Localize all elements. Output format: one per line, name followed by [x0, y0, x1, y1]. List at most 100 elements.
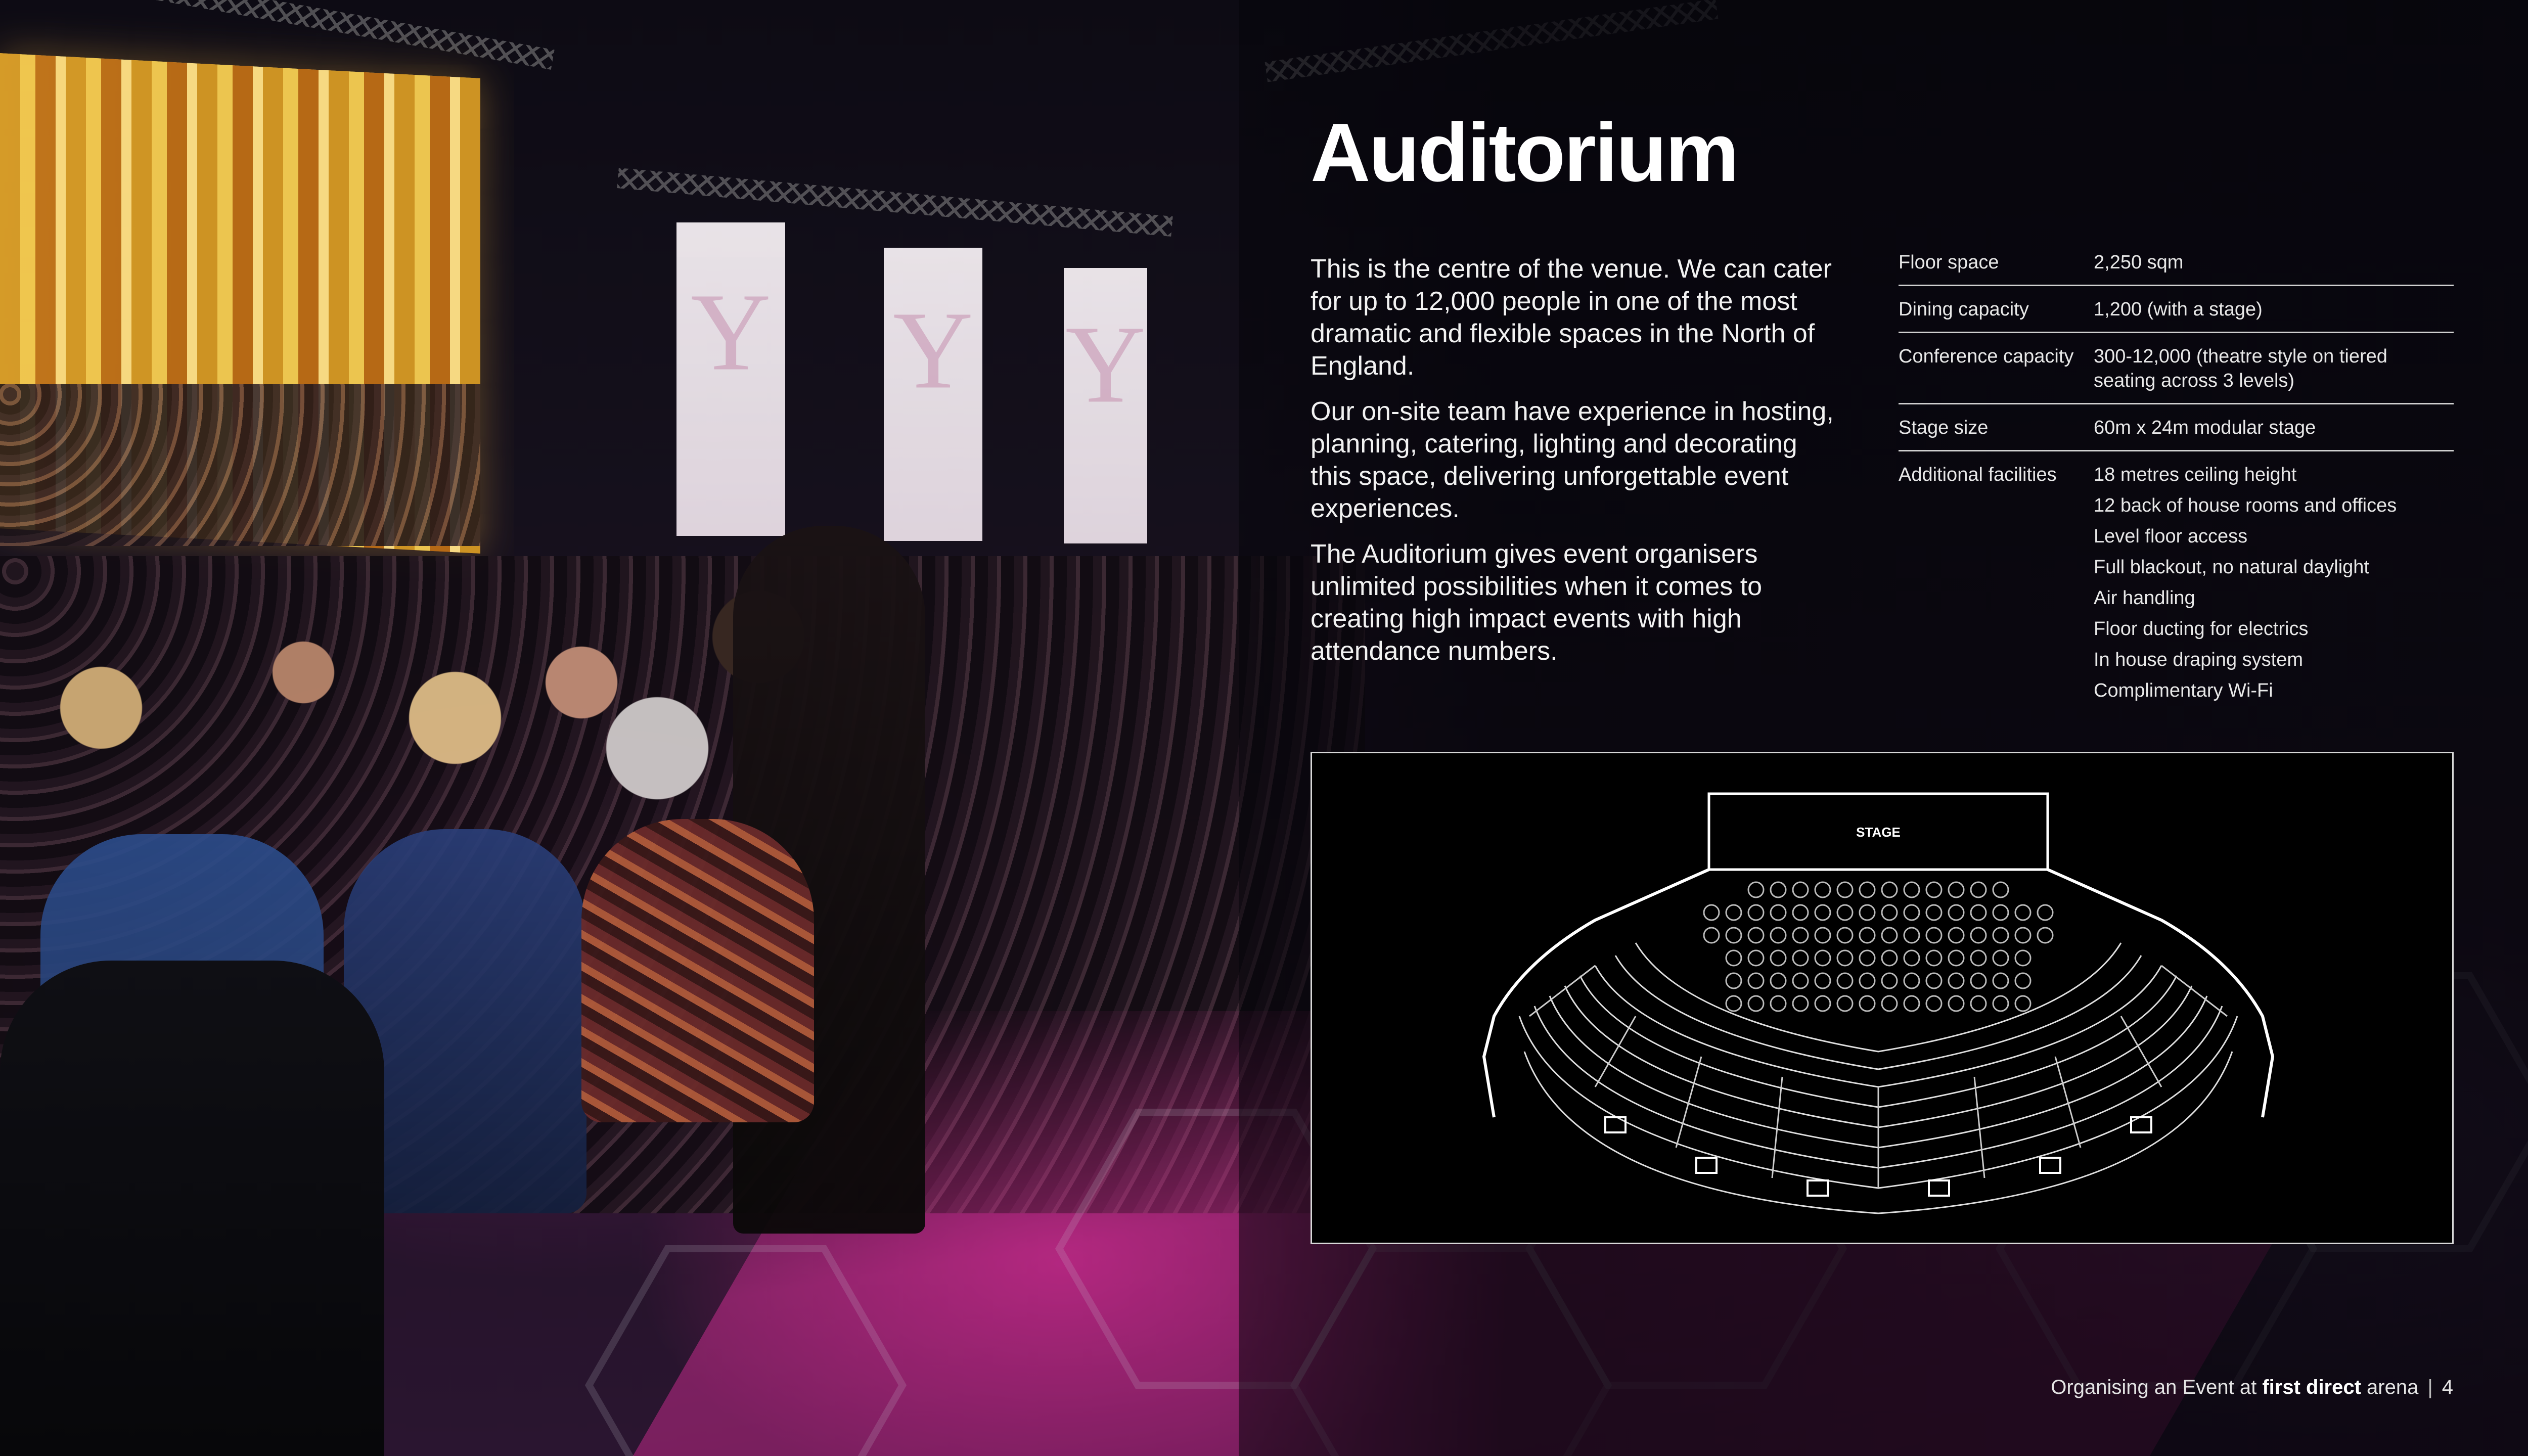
spec-row-additional-facilities: Additional facilities 18 metres ceiling … [1899, 463, 2454, 719]
dining-table [1859, 949, 1876, 967]
dining-table [1925, 949, 1943, 967]
dining-table [1814, 881, 1831, 898]
spec-row-dining-capacity: Dining capacity 1,200 (with a stage) [1899, 297, 2454, 333]
dining-table [1925, 904, 1943, 921]
dining-table [1903, 972, 1920, 989]
dining-table [2014, 949, 2032, 967]
dining-table [1725, 927, 1742, 944]
dining-table [1992, 949, 2009, 967]
dining-table [1903, 904, 1920, 921]
dining-table [1770, 972, 1787, 989]
dining-table [1881, 972, 1898, 989]
dining-table [1992, 927, 2009, 944]
dining-table [1770, 949, 1787, 967]
dining-table [1925, 927, 1943, 944]
dining-table [1903, 949, 1920, 967]
dining-table [1725, 904, 1742, 921]
dining-table [1814, 904, 1831, 921]
spec-value: 60m x 24m modular stage [2094, 417, 2316, 438]
footer-suffix: arena [2361, 1376, 2419, 1398]
spec-row-floor-space: Floor space 2,250 sqm [1899, 250, 2454, 286]
dining-table [1881, 949, 1898, 967]
dining-table [1792, 881, 1809, 898]
dining-table [1992, 972, 2009, 989]
intro-paragraph: This is the centre of the venue. We can … [1311, 254, 1832, 381]
dining-table [1970, 972, 1987, 989]
specifications-table: Floor space 2,250 sqm Dining capacity 1,… [1899, 250, 2454, 731]
dining-table [1747, 949, 1765, 967]
dining-table [1836, 904, 1854, 921]
dining-table [1859, 881, 1876, 898]
stage-label: STAGE [1856, 825, 1901, 840]
dining-table [1836, 972, 1854, 989]
spec-value: 1,200 (with a stage) [2094, 299, 2263, 320]
spec-label: Additional facilities [1899, 464, 2057, 485]
dining-table [1948, 949, 1965, 967]
dining-table [1770, 995, 1787, 1012]
dining-table [1925, 972, 1943, 989]
facility-item: In house draping system [2094, 649, 2304, 670]
facility-item: Level floor access [2094, 526, 2248, 547]
dining-table [1948, 972, 1965, 989]
dining-table [1792, 949, 1809, 967]
facility-item: Full blackout, no natural daylight [2094, 557, 2369, 578]
dining-table [1948, 995, 1965, 1012]
dining-table [2037, 927, 2054, 944]
spec-label: Conference capacity [1899, 346, 2074, 367]
dining-table [2014, 927, 2032, 944]
dining-table [1881, 881, 1898, 898]
spec-label: Dining capacity [1899, 299, 2029, 320]
dining-table [1814, 949, 1831, 967]
facility-item: Floor ducting for electrics [2094, 618, 2309, 640]
page-number: 4 [2442, 1376, 2453, 1398]
dining-table [1747, 995, 1765, 1012]
dining-table [1836, 949, 1854, 967]
dining-table [1992, 904, 2009, 921]
footer-prefix: Organising an Event at [2051, 1376, 2263, 1398]
dining-table [1770, 904, 1787, 921]
facility-item: Air handling [2094, 587, 2195, 609]
dining-table [1881, 927, 1898, 944]
spec-label: Floor space [1899, 252, 1999, 273]
dining-table [1859, 927, 1876, 944]
dining-table [1992, 995, 2009, 1012]
dining-table [2014, 995, 2032, 1012]
dining-table [1725, 949, 1742, 967]
dining-table [1859, 995, 1876, 1012]
dining-table [1725, 972, 1742, 989]
dining-table [1970, 927, 1987, 944]
dining-table [1770, 881, 1787, 898]
dining-table [1903, 995, 1920, 1012]
spec-row-conference-capacity: Conference capacity 300-12,000 (theatre … [1899, 344, 2454, 404]
dining-table [2014, 904, 2032, 921]
dining-table [1814, 995, 1831, 1012]
dining-table [2014, 972, 2032, 989]
dining-table [1970, 881, 1987, 898]
dining-table [1703, 904, 1720, 921]
dining-table [1925, 995, 1943, 1012]
intro-paragraph: Our on-site team have experience in host… [1311, 397, 1834, 523]
facility-item: 12 back of house rooms and offices [2094, 495, 2397, 516]
footer-brand: first direct [2262, 1376, 2361, 1398]
floor-plan-drawing: STAGE [1482, 792, 2275, 1214]
dining-table [1725, 995, 1742, 1012]
dining-table [1792, 995, 1809, 1012]
auditorium-floor-plan: STAGE [1311, 752, 2454, 1244]
dining-table [1792, 927, 1809, 944]
spec-value: 300-12,000 (theatre style on tiered seat… [2094, 346, 2387, 391]
dining-table [1881, 995, 1898, 1012]
dining-table [1948, 927, 1965, 944]
dining-table [2037, 904, 2054, 921]
dining-table [1792, 972, 1809, 989]
dining-table [1814, 927, 1831, 944]
dining-table [1814, 972, 1831, 989]
dining-table [1747, 927, 1765, 944]
dining-table [1836, 927, 1854, 944]
dining-table [1770, 927, 1787, 944]
dining-table [1970, 995, 1987, 1012]
dining-table [1859, 972, 1876, 989]
dining-table [1792, 904, 1809, 921]
dining-table [1970, 949, 1987, 967]
page-title: Auditorium [1311, 106, 1739, 199]
dining-table [1903, 881, 1920, 898]
